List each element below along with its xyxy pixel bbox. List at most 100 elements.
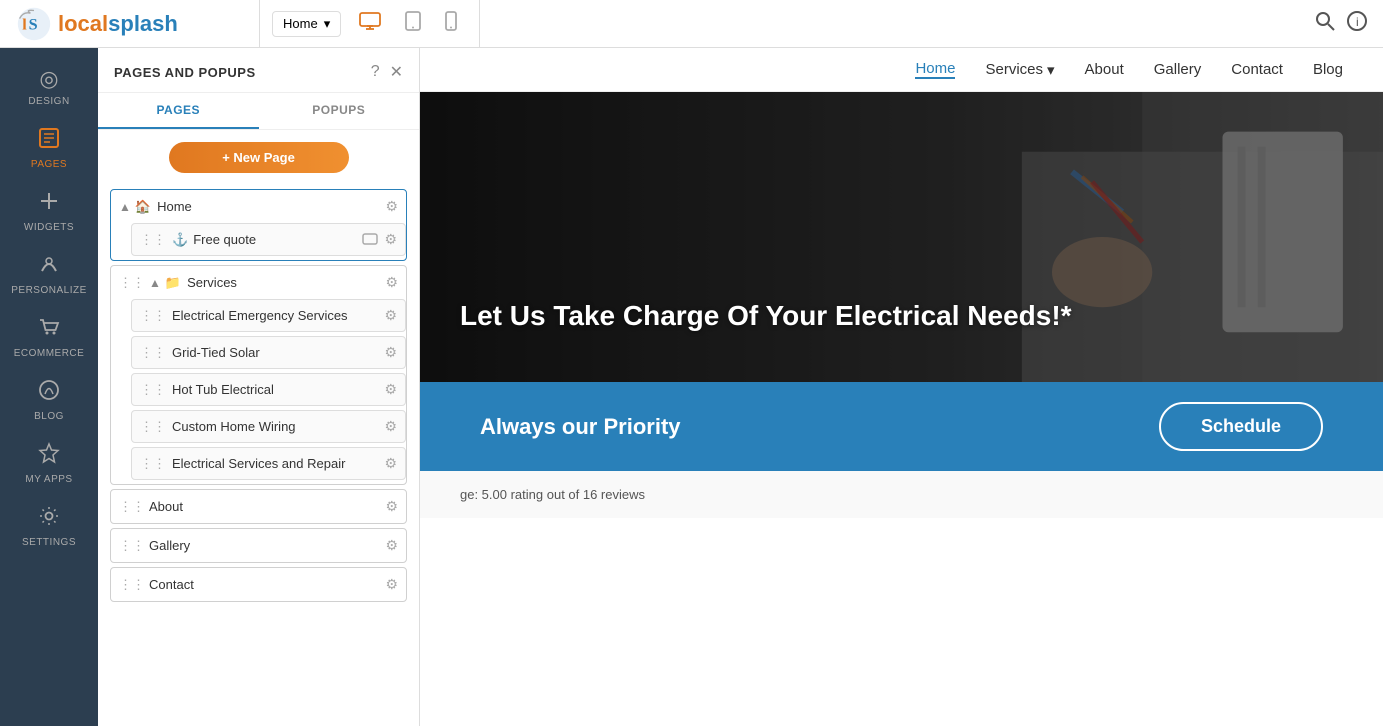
tree-item-electrical-emergency: ⋮⋮ Electrical Emergency Services ⚙: [131, 299, 406, 332]
about-label: About: [149, 499, 385, 514]
custom-home-row[interactable]: ⋮⋮ Custom Home Wiring ⚙: [132, 411, 405, 442]
free-quote-settings-btn[interactable]: ⚙: [384, 231, 397, 248]
sidebar-item-personalize[interactable]: PERSONALIZE: [0, 243, 98, 306]
nav-home[interactable]: Home: [915, 60, 955, 79]
pages-svg-icon: [38, 127, 60, 149]
chevron-down-icon: ▾: [324, 16, 331, 32]
panel-title: PAGES AND POPUPS: [114, 65, 256, 80]
nav-services-dropdown[interactable]: Services ▾: [985, 61, 1054, 79]
grid-tied-label: Grid-Tied Solar: [172, 345, 384, 360]
grid-tied-settings-btn[interactable]: ⚙: [384, 344, 397, 361]
new-page-btn[interactable]: + New Page: [169, 142, 349, 173]
tree-item-hot-tub: ⋮⋮ Hot Tub Electrical ⚙: [131, 373, 406, 406]
electrical-repair-settings-btn[interactable]: ⚙: [384, 455, 397, 472]
sidebar-item-blog[interactable]: BLOG: [0, 369, 98, 432]
close-btn[interactable]: ✕: [390, 62, 403, 82]
drag-handle-ee-icon: ⋮⋮: [140, 308, 166, 324]
toolbar-right: i: [1299, 11, 1383, 37]
custom-home-settings-btn[interactable]: ⚙: [384, 418, 397, 435]
sidebar-item-settings[interactable]: SETTINGS: [0, 495, 98, 558]
info-icon: i: [1347, 11, 1367, 31]
info-btn[interactable]: i: [1347, 11, 1367, 37]
sidebar-item-design[interactable]: ◎ DESIGN: [0, 56, 98, 117]
about-row[interactable]: ⋮⋮ About ⚙: [111, 490, 406, 523]
bottom-section: ge: 5.00 rating out of 16 reviews: [420, 471, 1383, 518]
sidebar-item-myapps[interactable]: MY APPS: [0, 432, 98, 495]
personalize-icon: [38, 253, 60, 281]
schedule-btn[interactable]: Schedule: [1159, 402, 1323, 451]
tab-popups[interactable]: POPUPS: [259, 93, 420, 129]
main-content: Home Services ▾ About Gallery Contact Bl…: [420, 48, 1383, 726]
mobile-device-btn[interactable]: [435, 5, 467, 42]
svg-text:l: l: [22, 15, 27, 33]
sidebar-item-pages[interactable]: PAGES: [0, 117, 98, 180]
home-settings-btn[interactable]: ⚙: [385, 198, 398, 215]
preview-frame: Home Services ▾ About Gallery Contact Bl…: [420, 48, 1383, 726]
electrical-emergency-label: Electrical Emergency Services: [172, 308, 384, 323]
contact-row[interactable]: ⋮⋮ Contact ⚙: [111, 568, 406, 601]
sidebar-item-widgets[interactable]: WIDGETS: [0, 180, 98, 243]
tree-item-custom-home: ⋮⋮ Custom Home Wiring ⚙: [131, 410, 406, 443]
panel-content: + New Page ▲ 🏠 Home ⚙ ⋮⋮ ⚓ Free quote: [98, 130, 419, 726]
personalize-svg-icon: [38, 253, 60, 275]
gallery-row[interactable]: ⋮⋮ Gallery ⚙: [111, 529, 406, 562]
drag-handle-gallery-icon: ⋮⋮: [119, 538, 145, 554]
svg-text:S: S: [29, 15, 38, 33]
electrical-emergency-settings-btn[interactable]: ⚙: [384, 307, 397, 324]
tree-item-services-row[interactable]: ⋮⋮ ▲ 📁 Services ⚙: [111, 266, 406, 299]
grid-tied-row[interactable]: ⋮⋮ Grid-Tied Solar ⚙: [132, 337, 405, 368]
tree-item-about: ⋮⋮ About ⚙: [110, 489, 407, 524]
hot-tub-row[interactable]: ⋮⋮ Hot Tub Electrical ⚙: [132, 374, 405, 405]
nav-services-label: Services: [985, 61, 1043, 78]
electrical-emergency-row[interactable]: ⋮⋮ Electrical Emergency Services ⚙: [132, 300, 405, 331]
device-icons: [349, 5, 467, 42]
free-quote-row[interactable]: ⋮⋮ ⚓ Free quote ⚙: [132, 224, 405, 255]
services-chevron-icon: ▲: [149, 276, 161, 290]
ecommerce-svg-icon: [38, 316, 60, 338]
about-settings-btn[interactable]: ⚙: [385, 498, 398, 515]
nav-blog[interactable]: Blog: [1313, 61, 1343, 78]
gallery-settings-btn[interactable]: ⚙: [385, 537, 398, 554]
tree-item-electrical-repair: ⋮⋮ Electrical Services and Repair ⚙: [131, 447, 406, 480]
nav-about[interactable]: About: [1085, 61, 1124, 78]
page-selector[interactable]: Home ▾: [272, 11, 341, 37]
tab-pages[interactable]: PAGES: [98, 93, 259, 129]
blog-label: BLOG: [34, 411, 64, 422]
hero-section: Let Us Take Charge Of Your Electrical Ne…: [420, 92, 1383, 382]
desktop-device-btn[interactable]: [349, 6, 391, 41]
search-btn[interactable]: [1315, 11, 1335, 37]
tablet-device-btn[interactable]: [395, 5, 431, 42]
toolbar-center: Home ▾: [260, 0, 480, 47]
free-quote-display-btn[interactable]: [362, 232, 378, 248]
nav-contact[interactable]: Contact: [1231, 61, 1283, 78]
electrical-repair-row[interactable]: ⋮⋮ Electrical Services and Repair ⚙: [132, 448, 405, 479]
drag-handle-ch-icon: ⋮⋮: [140, 419, 166, 435]
tree-item-grid-tied: ⋮⋮ Grid-Tied Solar ⚙: [131, 336, 406, 369]
home-chevron-icon: ▲: [119, 200, 131, 214]
home-page-icon: 🏠: [135, 199, 151, 215]
desktop-icon: [359, 12, 381, 30]
drag-handle-icon: ⋮⋮: [140, 232, 166, 248]
nav-services-chevron-icon: ▾: [1047, 61, 1055, 79]
services-settings-btn[interactable]: ⚙: [385, 274, 398, 291]
logo-area: l S localsplash: [0, 0, 260, 47]
free-quote-actions: ⚙: [362, 231, 397, 248]
help-btn[interactable]: ?: [371, 62, 380, 82]
panel-header: PAGES AND POPUPS ? ✕: [98, 48, 419, 93]
nav-gallery[interactable]: Gallery: [1154, 61, 1202, 78]
contact-label: Contact: [149, 577, 385, 592]
sidebar-item-ecommerce[interactable]: ECOMMERCE: [0, 306, 98, 369]
hero-bg-svg: [420, 92, 1383, 382]
pages-icon: [38, 127, 60, 155]
drag-handle-ht-icon: ⋮⋮: [140, 382, 166, 398]
services-children: ⋮⋮ Electrical Emergency Services ⚙ ⋮⋮ Gr…: [111, 299, 406, 480]
rating-text: ge: 5.00 rating out of 16 reviews: [460, 487, 645, 502]
design-label: DESIGN: [28, 96, 69, 107]
contact-settings-btn[interactable]: ⚙: [385, 576, 398, 593]
gallery-label: Gallery: [149, 538, 385, 553]
hot-tub-settings-btn[interactable]: ⚙: [384, 381, 397, 398]
panel-header-icons: ? ✕: [371, 62, 403, 82]
custom-home-label: Custom Home Wiring: [172, 419, 384, 434]
tree-item-home-row[interactable]: ▲ 🏠 Home ⚙: [111, 190, 406, 223]
tree-item-free-quote: ⋮⋮ ⚓ Free quote ⚙: [131, 223, 406, 256]
